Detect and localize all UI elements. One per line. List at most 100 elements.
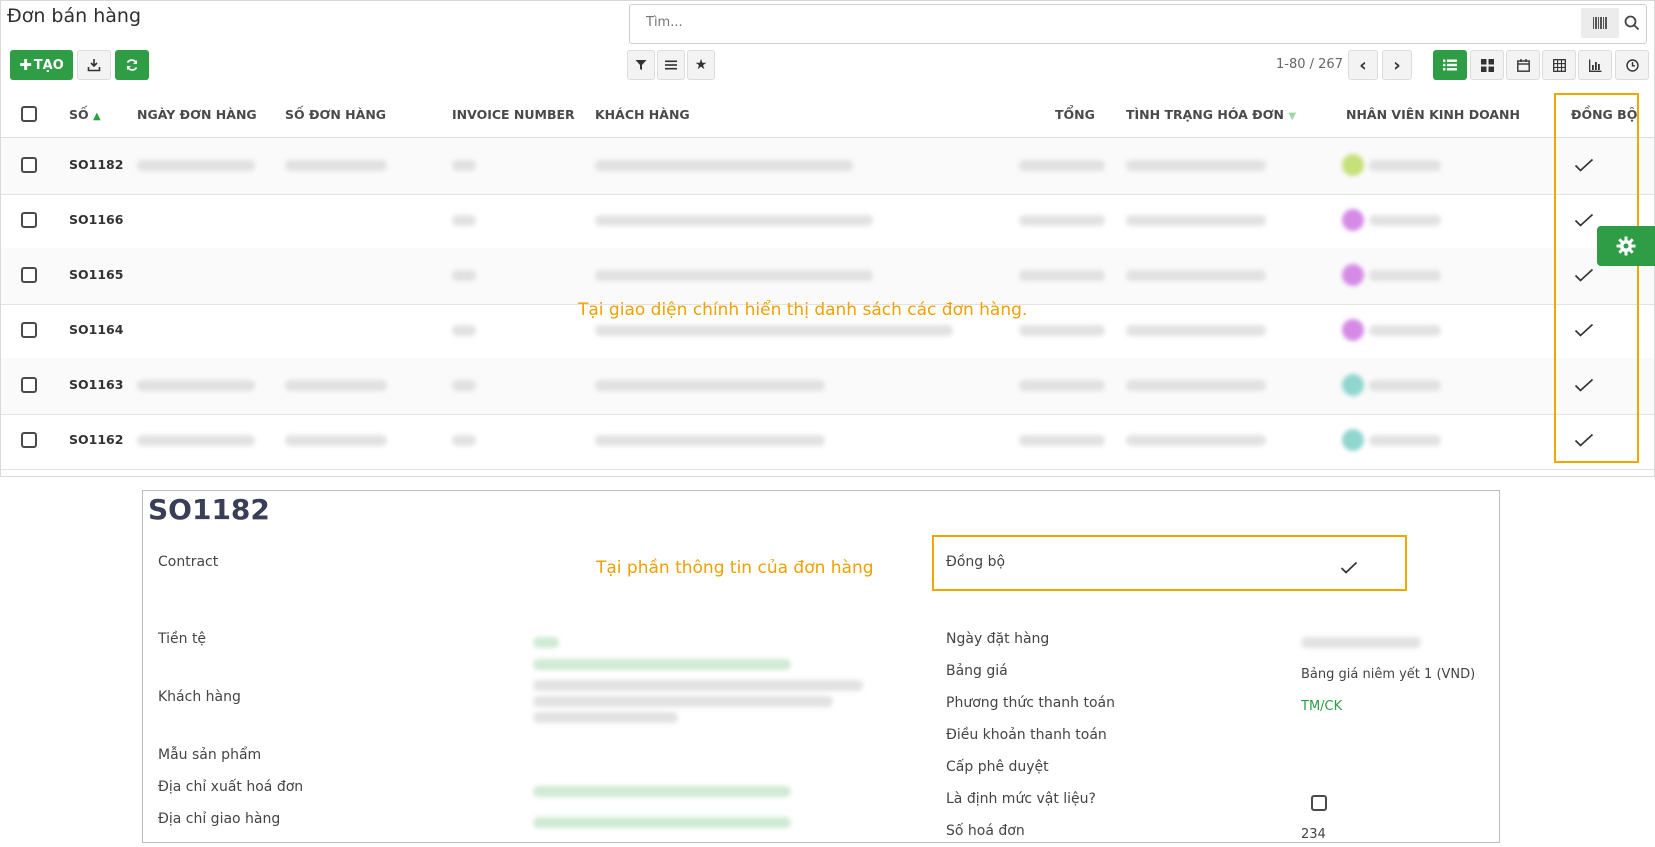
settings-tab[interactable] xyxy=(1597,226,1655,266)
invoice-number-value[interactable]: 234 xyxy=(1301,827,1326,842)
column-header-invoice-status[interactable]: TÌNH TRẠNG HÓA ĐƠN ▼ xyxy=(1126,107,1296,122)
create-label: TẠO xyxy=(33,57,64,73)
pager-next-button[interactable]: › xyxy=(1382,50,1412,80)
form-title: SO1182 xyxy=(148,493,270,526)
invoice-number-cell xyxy=(452,160,476,171)
salesperson-cell xyxy=(1369,160,1441,171)
table-row[interactable]: SO1182 xyxy=(1,138,1654,195)
invoice-status-cell xyxy=(1126,325,1266,336)
order-date-label: Ngày đặt hàng xyxy=(946,631,1050,647)
sync-column-highlight xyxy=(1554,93,1639,463)
download-icon xyxy=(87,59,101,72)
row-checkbox[interactable] xyxy=(21,267,37,283)
search-input[interactable] xyxy=(644,14,1508,31)
avatar xyxy=(1342,319,1364,341)
invoice-number-cell xyxy=(452,325,476,336)
column-header-salesperson[interactable]: NHÂN VIÊN KINH DOANH xyxy=(1346,107,1520,122)
table-row[interactable]: SO1166 xyxy=(1,193,1654,250)
currency-value[interactable] xyxy=(533,637,559,648)
order-id[interactable]: SO1164 xyxy=(69,322,123,337)
row-checkbox[interactable] xyxy=(21,377,37,393)
payment-method-value[interactable]: TM/CK xyxy=(1301,699,1342,714)
filter-button[interactable] xyxy=(627,50,655,80)
view-activity-button[interactable] xyxy=(1615,50,1649,80)
group-by-button[interactable] xyxy=(657,50,685,80)
kanban-icon xyxy=(1480,58,1494,72)
column-header-so[interactable]: SỐ ▲ xyxy=(69,107,101,122)
customer-cell xyxy=(595,325,953,336)
delivery-address-value[interactable] xyxy=(533,817,791,828)
sync-label: Đồng bộ xyxy=(946,554,1006,570)
list-icon xyxy=(665,60,677,70)
salesperson-cell xyxy=(1369,380,1441,391)
row-checkbox[interactable] xyxy=(21,212,37,228)
total-cell xyxy=(1019,325,1105,336)
total-cell xyxy=(1019,380,1105,391)
create-button[interactable]: ✚ TẠO xyxy=(10,50,73,80)
column-header-customer[interactable]: KHÁCH HÀNG xyxy=(595,107,690,122)
total-cell xyxy=(1019,215,1105,226)
view-pivot-button[interactable] xyxy=(1542,50,1576,80)
customer-value[interactable] xyxy=(533,659,791,670)
select-all-checkbox[interactable] xyxy=(21,106,37,122)
delivery-address-label: Địa chỉ giao hàng xyxy=(158,811,281,827)
pricelist-value[interactable]: Bảng giá niêm yết 1 (VND) xyxy=(1301,667,1475,682)
column-header-total[interactable]: TỔNG xyxy=(1055,107,1095,122)
column-header-order-date[interactable]: NGÀY ĐƠN HÀNG xyxy=(137,107,257,122)
invoice-address-label: Địa chỉ xuất hoá đơn xyxy=(158,779,304,795)
customer-address-line xyxy=(533,680,863,691)
pricelist-label: Bảng giá xyxy=(946,663,1008,679)
order-number-cell xyxy=(285,380,387,391)
contract-label: Contract xyxy=(158,554,219,570)
page-title: Đơn bán hàng xyxy=(7,5,142,27)
avatar xyxy=(1342,374,1364,396)
order-id[interactable]: SO1163 xyxy=(69,377,123,392)
table-row[interactable]: SO1165 xyxy=(1,248,1654,305)
search-box[interactable] xyxy=(629,4,1647,44)
table-row[interactable]: SO1162 xyxy=(1,413,1654,470)
invoice-status-cell xyxy=(1126,270,1266,281)
chevron-right-icon: › xyxy=(1393,54,1401,76)
favorites-button[interactable]: ★ xyxy=(687,50,715,80)
chevron-left-icon: ‹ xyxy=(1359,54,1367,76)
order-id[interactable]: SO1182 xyxy=(69,157,123,172)
row-checkbox[interactable] xyxy=(21,157,37,173)
barcode-button[interactable] xyxy=(1581,8,1619,38)
row-checkbox[interactable] xyxy=(21,322,37,338)
invoice-number-cell xyxy=(452,215,476,226)
currency-label: Tiền tệ xyxy=(158,631,207,647)
salesperson-cell xyxy=(1369,435,1441,446)
order-number-cell xyxy=(285,435,387,446)
invoice-address-value[interactable] xyxy=(533,786,791,797)
column-header-order-number[interactable]: SỐ ĐƠN HÀNG xyxy=(285,107,386,122)
gear-icon xyxy=(1616,236,1636,256)
customer-cell xyxy=(595,215,873,226)
view-kanban-button[interactable] xyxy=(1470,50,1504,80)
form-annotation: Tại phần thông tin của đơn hàng xyxy=(596,558,874,578)
column-header-invoice-number[interactable]: INVOICE NUMBER xyxy=(452,107,575,122)
order-date-cell xyxy=(137,380,255,391)
download-button[interactable] xyxy=(77,50,111,80)
material-norm-label: Là định mức vật liệu? xyxy=(946,791,1096,807)
salesperson-cell xyxy=(1369,325,1441,336)
refresh-button[interactable] xyxy=(115,50,149,80)
table-row[interactable]: SO1163 xyxy=(1,358,1654,415)
invoice-number-label: Số hoá đơn xyxy=(946,823,1025,839)
order-id[interactable]: SO1162 xyxy=(69,432,123,447)
view-list-button[interactable] xyxy=(1433,50,1467,80)
pager-value[interactable]: 1-80 / 267 xyxy=(1276,57,1343,72)
refresh-icon xyxy=(126,59,138,71)
search-icon[interactable] xyxy=(1623,14,1641,32)
pager-previous-button[interactable]: ‹ xyxy=(1348,50,1378,80)
order-id[interactable]: SO1166 xyxy=(69,212,123,227)
row-checkbox[interactable] xyxy=(21,432,37,448)
plus-icon: ✚ xyxy=(19,56,32,74)
invoice-status-cell xyxy=(1126,435,1266,446)
avatar xyxy=(1342,209,1364,231)
order-date-value[interactable] xyxy=(1301,637,1421,648)
order-id[interactable]: SO1165 xyxy=(69,267,123,282)
material-norm-checkbox[interactable] xyxy=(1311,795,1327,811)
list-annotation: Tại giao diện chính hiển thị danh sách c… xyxy=(578,300,1028,320)
view-graph-button[interactable] xyxy=(1578,50,1612,80)
view-calendar-button[interactable] xyxy=(1506,50,1540,80)
